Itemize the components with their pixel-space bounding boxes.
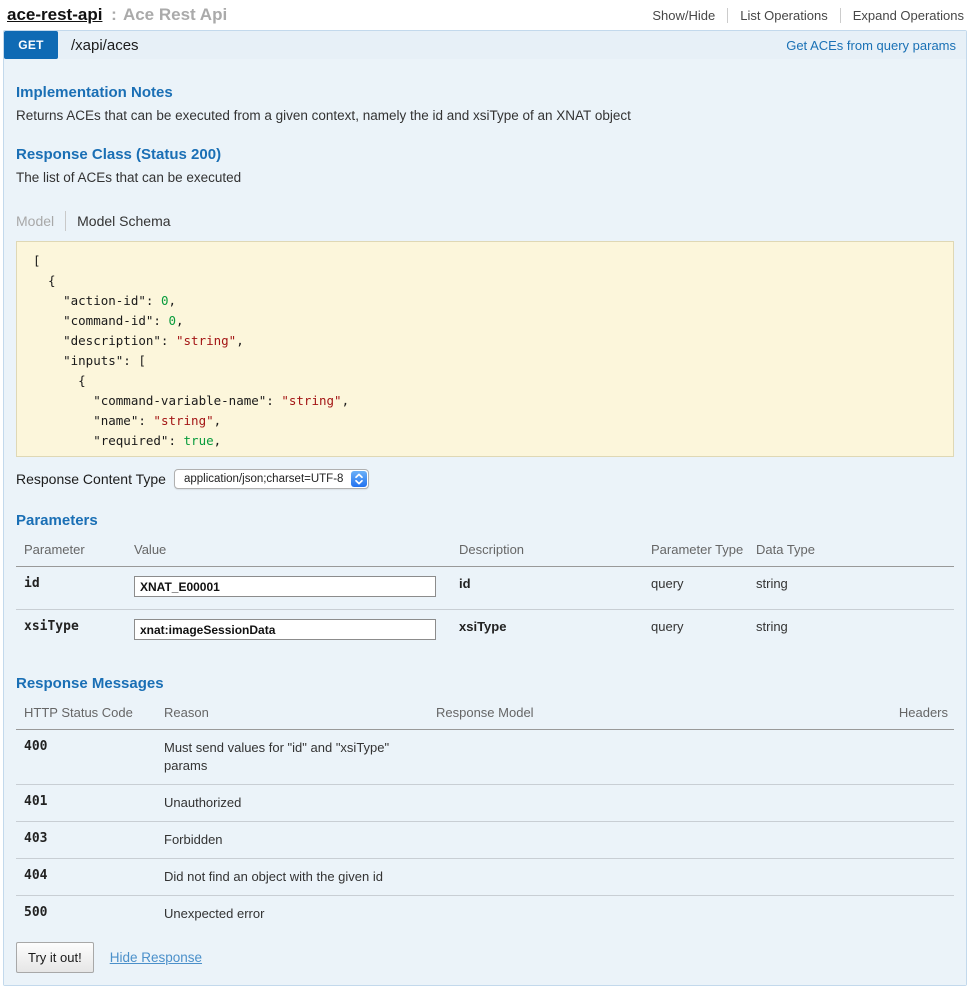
api-header: ace-rest-api : Ace Rest Api Show/Hide Lis…: [0, 0, 970, 30]
code-line: "description": "string",: [33, 331, 937, 351]
http-method-badge[interactable]: GET: [4, 31, 58, 59]
status-code: 403: [16, 822, 156, 859]
response-model-value: [428, 730, 816, 785]
response-headers-value: [816, 785, 954, 822]
tab-separator: [65, 211, 66, 231]
code-line: {: [33, 371, 937, 391]
column-header-response-model: Response Model: [428, 699, 816, 730]
column-header-value: Value: [126, 536, 451, 567]
parameter-value-input-xsitype[interactable]: [134, 619, 436, 640]
page-title: ace-rest-api : Ace Rest Api: [7, 5, 227, 25]
response-messages-heading: Response Messages: [16, 675, 954, 692]
hide-response-link[interactable]: Hide Response: [110, 950, 202, 965]
response-model-value: [428, 859, 816, 896]
code-line: {: [33, 271, 937, 291]
reason-text: Must send values for "id" and "xsiType" …: [156, 730, 428, 785]
reason-text: Forbidden: [156, 822, 428, 859]
column-header-headers: Headers: [816, 699, 954, 730]
column-header-http-status-code: HTTP Status Code: [16, 699, 156, 730]
parameters-table: ParameterValueDescriptionParameter TypeD…: [16, 536, 954, 652]
code-line: "inputs": [: [33, 351, 937, 371]
title-separator: :: [111, 5, 117, 24]
try-it-out-button[interactable]: Try it out!: [16, 942, 94, 973]
response-message-row: 400 Must send values for "id" and "xsiTy…: [16, 730, 954, 785]
parameter-type: query: [643, 610, 748, 653]
parameter-type: query: [643, 567, 748, 610]
response-messages-table-header: HTTP Status CodeReasonResponse ModelHead…: [16, 699, 954, 730]
operation-panel: GET /xapi/aces Get ACEs from query param…: [3, 30, 967, 986]
response-headers-value: [816, 730, 954, 785]
column-header-parameter: Parameter: [16, 536, 126, 567]
parameter-row: id id query string: [16, 567, 954, 610]
reason-text: Did not find an object with the given id: [156, 859, 428, 896]
implementation-notes-heading: Implementation Notes: [16, 84, 954, 101]
response-headers-value: [816, 859, 954, 896]
parameter-data-type: string: [748, 567, 954, 610]
parameter-name: xsiType: [16, 610, 126, 653]
implementation-notes-text: Returns ACEs that can be executed from a…: [16, 108, 954, 123]
selected-content-type: application/json;charset=UTF-8: [184, 473, 343, 485]
response-model-value: [428, 822, 816, 859]
column-header-parameter-type: Parameter Type: [643, 536, 748, 567]
response-model-value: [428, 785, 816, 822]
parameters-table-header: ParameterValueDescriptionParameter TypeD…: [16, 536, 954, 567]
operation-content: Implementation Notes Returns ACEs that c…: [4, 59, 966, 985]
response-content-type-label: Response Content Type: [16, 471, 166, 487]
tab-model[interactable]: Model: [16, 213, 54, 229]
column-header-reason: Reason: [156, 699, 428, 730]
status-code: 400: [16, 730, 156, 785]
parameters-heading: Parameters: [16, 512, 954, 529]
status-code: 404: [16, 859, 156, 896]
code-line: "required": true,: [33, 431, 937, 451]
parameter-data-type: string: [748, 610, 954, 653]
parameter-description: xsiType: [451, 610, 643, 653]
parameter-name: id: [16, 567, 126, 610]
status-code: 401: [16, 785, 156, 822]
parameter-row: xsiType xsiType query string: [16, 610, 954, 653]
code-line: "command-variable-name": "string",: [33, 391, 937, 411]
response-class-text: The list of ACEs that can be executed: [16, 170, 954, 185]
code-line: "action-id": 0,: [33, 291, 937, 311]
actions-row: Try it out! Hide Response: [16, 942, 954, 973]
response-headers-value: [816, 822, 954, 859]
response-class-heading: Response Class (Status 200): [16, 146, 954, 163]
reason-text: Unauthorized: [156, 785, 428, 822]
header-link-show-hide[interactable]: Show/Hide: [652, 8, 715, 23]
response-content-type-select[interactable]: application/json;charset=UTF-8: [174, 469, 369, 489]
select-arrows-icon: [351, 471, 367, 487]
tab-model-schema[interactable]: Model Schema: [77, 213, 170, 229]
model-schema-snippet[interactable]: [ { "action-id": 0, "command-id": 0, "de…: [16, 241, 954, 457]
column-header-description: Description: [451, 536, 643, 567]
response-message-row: 403 Forbidden: [16, 822, 954, 859]
code-line: "command-id": 0,: [33, 311, 937, 331]
code-line: "name": "string",: [33, 411, 937, 431]
code-line: [: [33, 251, 937, 271]
operation-heading: GET /xapi/aces Get ACEs from query param…: [4, 31, 966, 59]
model-tabs: Model Model Schema: [16, 211, 954, 231]
response-content-type-row: Response Content Type application/json;c…: [16, 469, 954, 489]
header-link-list-operations[interactable]: List Operations: [740, 8, 827, 23]
resource-title: Ace Rest Api: [123, 5, 227, 24]
response-messages-table: HTTP Status CodeReasonResponse ModelHead…: [16, 699, 954, 932]
parameter-value-input-id[interactable]: [134, 576, 436, 597]
response-message-row: 404 Did not find an object with the give…: [16, 859, 954, 896]
header-link-expand-operations[interactable]: Expand Operations: [853, 8, 964, 23]
header-link-separator: [840, 8, 841, 23]
header-link-separator: [727, 8, 728, 23]
header-links: Show/Hide List Operations Expand Operation…: [652, 8, 964, 23]
response-message-row: 401 Unauthorized: [16, 785, 954, 822]
parameter-description: id: [451, 567, 643, 610]
resource-name-link[interactable]: ace-rest-api: [7, 5, 102, 24]
endpoint-path-link[interactable]: /xapi/aces: [71, 37, 139, 54]
operation-summary-link[interactable]: Get ACEs from query params: [786, 38, 956, 53]
column-header-data-type: Data Type: [748, 536, 954, 567]
